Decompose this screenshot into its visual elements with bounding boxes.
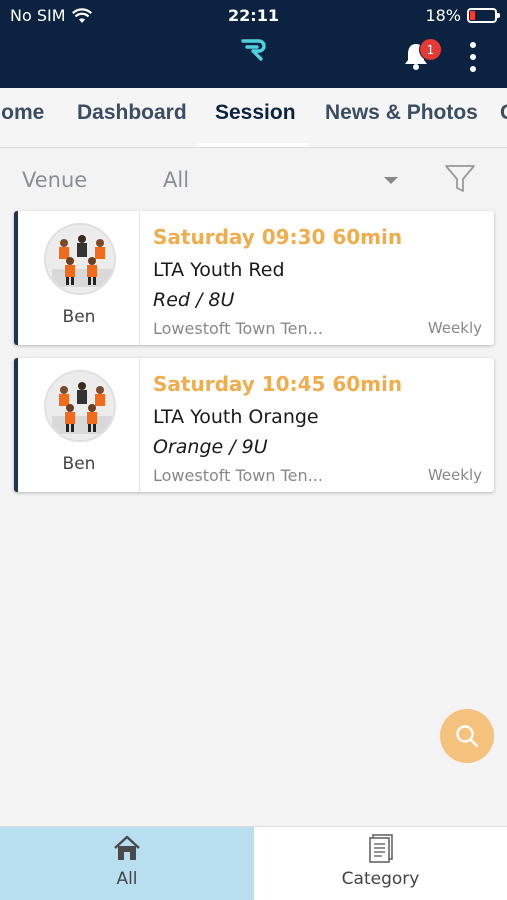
session-venue: Lowestoft Town Ten... (153, 319, 323, 338)
chevron-down-icon[interactable] (384, 177, 398, 184)
session-title: LTA Youth Orange (153, 406, 319, 428)
session-venue: Lowestoft Town Ten... (153, 466, 323, 485)
session-card[interactable]: Ben Saturday 10:45 60min LTA Youth Orang… (14, 358, 494, 492)
nav-category[interactable]: Category (254, 827, 507, 900)
session-frequency: Weekly (427, 319, 482, 337)
document-icon (368, 834, 393, 863)
app-logo-icon (241, 39, 266, 61)
nav-all-label: All (116, 869, 138, 889)
group-photo-icon (46, 225, 114, 293)
coach-panel: Ben (18, 358, 140, 492)
nav-category-label: Category (341, 869, 420, 889)
search-icon (456, 725, 479, 748)
tab-news-photos[interactable]: News & Photos (325, 88, 478, 147)
battery-percent: 18% (425, 6, 461, 25)
venue-filter-select[interactable]: All (163, 168, 189, 192)
session-time: Saturday 09:30 60min (153, 225, 403, 249)
session-level: Orange / 9U (153, 436, 268, 458)
more-menu-icon[interactable] (466, 42, 480, 72)
coach-avatar (44, 223, 116, 295)
session-time: Saturday 10:45 60min (153, 372, 403, 396)
top-header: No SIM 22:11 18% 1 (0, 0, 507, 88)
battery-icon (467, 8, 500, 23)
session-title: LTA Youth Red (153, 259, 285, 281)
tab-bar: Home Dashboard Session News & Photos C (0, 88, 507, 148)
filter-icon[interactable] (444, 164, 476, 194)
tab-dashboard[interactable]: Dashboard (77, 88, 187, 147)
home-icon (114, 835, 140, 860)
nav-all[interactable]: All (0, 827, 254, 900)
session-level: Red / 8U (153, 289, 235, 311)
session-card[interactable]: Ben Saturday 09:30 60min LTA Youth Red R… (14, 211, 494, 345)
tab-session[interactable]: Session (215, 88, 296, 147)
search-button[interactable] (440, 709, 494, 763)
tab-home[interactable]: Home (0, 88, 44, 147)
venue-filter-label: Venue (22, 168, 88, 192)
coach-avatar (44, 370, 116, 442)
status-battery-group: 18% (425, 6, 500, 25)
group-photo-icon (46, 372, 114, 440)
coach-name: Ben (62, 307, 96, 327)
bottom-navigation: All Category (0, 826, 507, 900)
session-frequency: Weekly (427, 466, 482, 484)
notification-badge: 1 (419, 38, 442, 61)
battery-fill (470, 11, 475, 20)
active-tab-indicator (198, 143, 308, 147)
coach-panel: Ben (18, 211, 140, 345)
coach-name: Ben (62, 454, 96, 474)
tab-overflow[interactable]: C (500, 88, 507, 147)
